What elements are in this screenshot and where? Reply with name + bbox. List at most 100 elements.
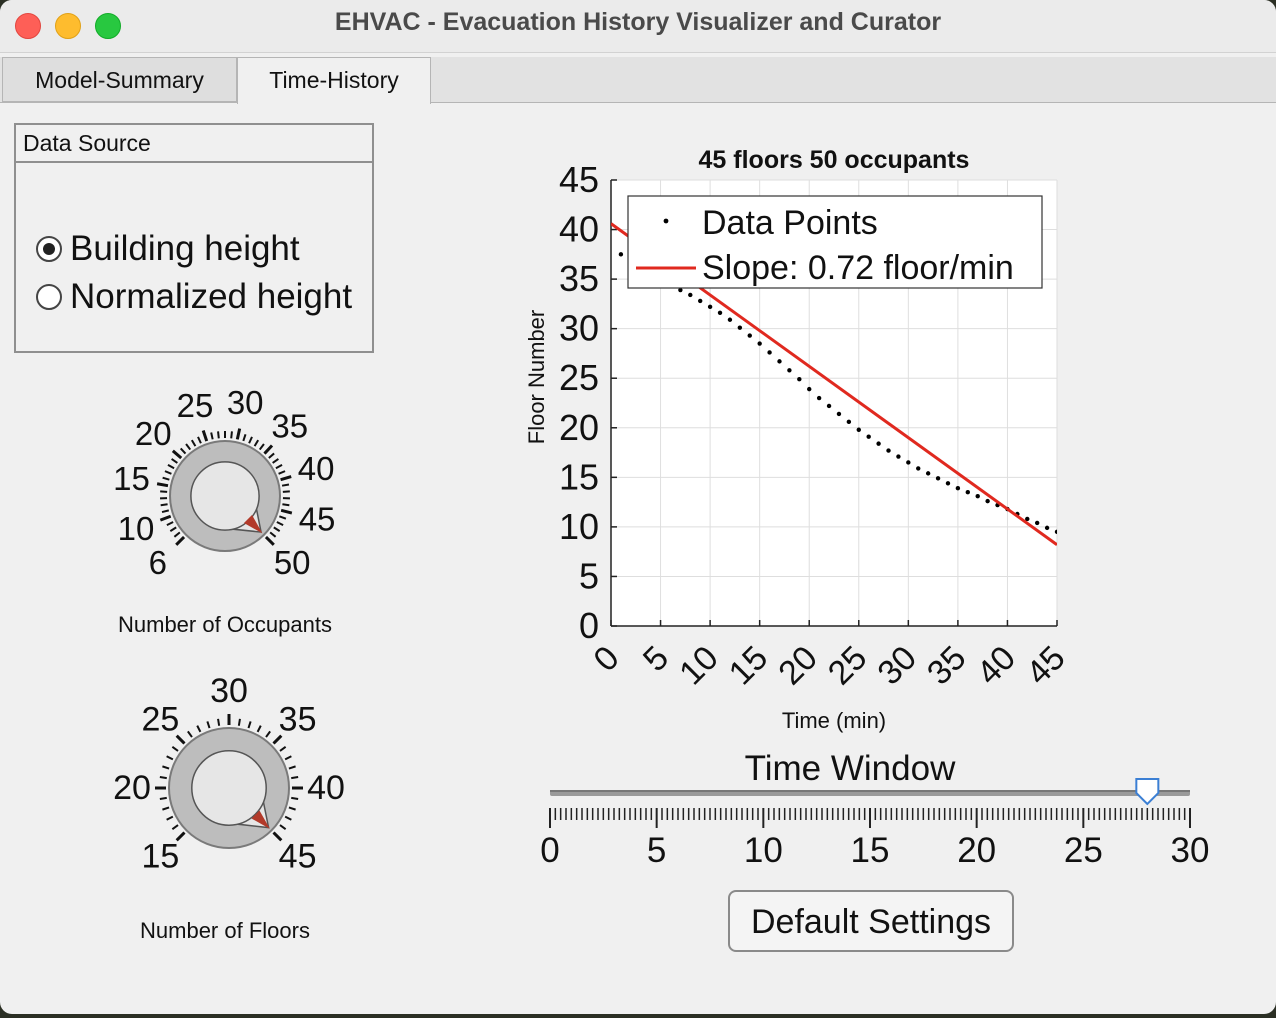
x-tick-label: 10 [672, 639, 726, 693]
knob-major-tick [201, 430, 209, 442]
data-point [955, 486, 961, 491]
knob-cap[interactable] [191, 750, 267, 826]
floors-knob[interactable]: 15 20 25 30 35 40 45 [90, 670, 360, 900]
y-tick-label: 35 [559, 258, 599, 299]
knob-tick-label: 35 [279, 700, 317, 738]
knob-minor-tick [161, 509, 170, 514]
knob-tick-label: 30 [210, 672, 248, 710]
x-tick-label: 45 [1019, 639, 1073, 693]
knob-minor-tick [162, 806, 170, 811]
knob-major-tick [263, 444, 274, 455]
data-point [707, 304, 713, 310]
knob-tick-label: 35 [271, 407, 308, 444]
slider-tick-label: 20 [957, 831, 996, 870]
slider-thumb[interactable] [1135, 778, 1160, 806]
knob-minor-tick [269, 531, 277, 538]
knob-minor-tick [284, 815, 292, 821]
knob-major-tick [280, 508, 293, 515]
data-point [1044, 525, 1050, 531]
y-tick-label: 20 [559, 407, 599, 448]
knob-minor-tick [288, 765, 296, 770]
data-point [896, 454, 901, 459]
app-window: EHVAC - Evacuation History Visualizer an… [0, 0, 1276, 1014]
data-source-title: Data Source [16, 125, 372, 163]
knob-tick-label: 45 [279, 838, 317, 876]
x-tick-label: 35 [920, 639, 974, 693]
floors-knob-label: Number of Floors [140, 918, 310, 943]
knob-minor-tick [197, 436, 202, 444]
knob-minor-tick [166, 521, 174, 526]
radio-button-selected[interactable] [36, 236, 62, 262]
data-point [1034, 520, 1040, 526]
knob-minor-tick [171, 746, 179, 752]
knob-minor-tick [190, 439, 197, 447]
x-tick-label: 40 [969, 639, 1023, 693]
knob-minor-tick [268, 452, 275, 459]
knob-tick-label: 20 [135, 415, 172, 452]
data-point [906, 460, 911, 465]
knob-tick-label: 50 [274, 544, 311, 581]
knob-minor-tick [160, 503, 168, 507]
data-point [965, 490, 970, 495]
knob-major-tick [156, 482, 169, 488]
data-point [846, 419, 852, 425]
data-point [826, 403, 832, 409]
legend-dot-swatch [663, 218, 669, 224]
knob-minor-tick [272, 458, 279, 464]
time-window-slider[interactable]: 0 5 10 15 20 25 30 [530, 770, 1220, 880]
data-point [836, 411, 842, 417]
knob-minor-tick [230, 431, 233, 439]
knob-major-tick [235, 428, 242, 440]
y-axis-label: Floor Number [524, 310, 549, 444]
chart-title: 45 floors 50 occupants [699, 146, 970, 174]
knob-minor-tick [284, 755, 292, 761]
knob-minor-tick [253, 439, 260, 447]
radio-button-unselected[interactable] [36, 284, 62, 310]
knob-minor-tick [162, 765, 170, 770]
y-tick-label: 10 [559, 506, 599, 547]
data-point [688, 292, 693, 298]
y-tick-label: 0 [579, 605, 599, 646]
tab-model-summary[interactable]: Model-Summary [2, 57, 237, 102]
data-point [747, 333, 752, 338]
knob-major-tick [159, 514, 172, 522]
knob-tick-label: 15 [141, 838, 179, 876]
time-history-chart: 0510152025303540450 5101520253035404545 f… [524, 146, 1073, 733]
data-point [618, 252, 624, 257]
tab-time-history[interactable]: Time-History [237, 57, 431, 104]
knob-minor-tick [171, 458, 178, 464]
x-tick-label: 5 [636, 639, 676, 679]
knob-tick-label: 25 [177, 387, 214, 424]
knob-minor-tick [185, 443, 192, 451]
occupants-knob[interactable]: 610152025 3035404550 [90, 380, 360, 600]
y-tick-label: 5 [579, 555, 599, 596]
y-tick-label: 45 [559, 159, 599, 200]
knob-minor-tick [162, 476, 170, 481]
data-point [925, 471, 931, 476]
data-point [727, 317, 733, 322]
data-point [698, 298, 703, 304]
data-point [935, 476, 941, 481]
knob-minor-tick [167, 463, 175, 470]
knob-minor-tick [291, 776, 299, 780]
data-point [737, 325, 743, 330]
data-point [1054, 529, 1057, 535]
radio-building-height[interactable]: Building height [36, 227, 300, 271]
knob-minor-tick [288, 806, 296, 811]
default-settings-button[interactable]: Default Settings [728, 890, 1014, 952]
knob-tick-label: 20 [113, 769, 151, 807]
title-bar: EHVAC - Evacuation History Visualizer an… [0, 0, 1276, 53]
knob-minor-tick [169, 526, 177, 532]
knob-minor-tick [279, 746, 287, 752]
knob-minor-tick [179, 447, 187, 455]
y-tick-label: 25 [559, 357, 599, 398]
knob-minor-tick [166, 755, 174, 761]
data-point [916, 466, 921, 471]
knob-minor-tick [278, 515, 287, 520]
knob-minor-tick [273, 526, 281, 532]
knob-minor-tick [187, 730, 193, 738]
knob-tick-label: 40 [307, 769, 345, 807]
knob-minor-tick [242, 434, 247, 442]
data-point [856, 427, 861, 432]
radio-normalized-height[interactable]: Normalized height [36, 275, 352, 319]
